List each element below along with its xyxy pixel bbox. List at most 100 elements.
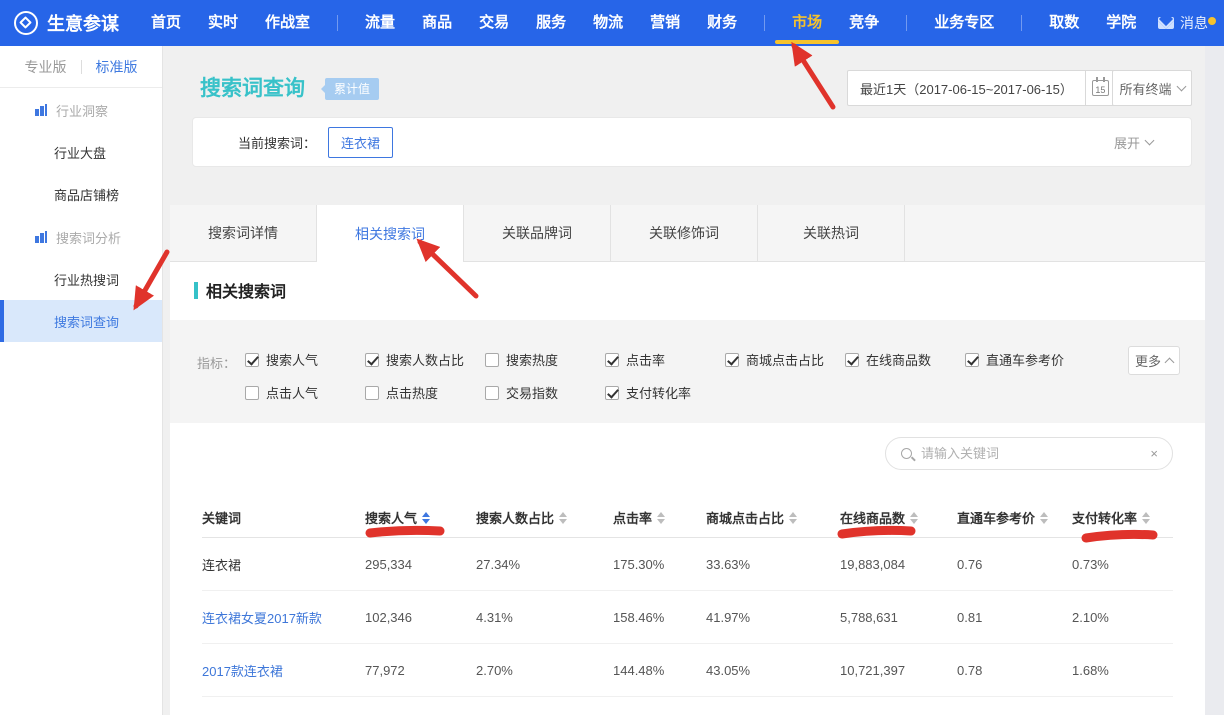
cell: 5,788,631 xyxy=(840,610,957,625)
cell: 295,334 xyxy=(365,557,476,572)
sidebar-item-industry-hot-words[interactable]: 行业热搜词 xyxy=(0,258,162,300)
column-header-label: 在线商品数 xyxy=(840,508,905,527)
cell: 175.30% xyxy=(613,557,706,572)
sort-icon[interactable] xyxy=(422,512,430,524)
cell: 1.68% xyxy=(1072,663,1173,678)
clear-icon[interactable]: × xyxy=(1150,446,1158,461)
keyword-search-box: × xyxy=(885,437,1173,470)
sidebar-item-product-shop-rank[interactable]: 商品店铺榜 xyxy=(0,173,162,215)
metric-checkbox[interactable]: 点击人气 xyxy=(245,383,365,402)
metric-checkbox[interactable]: 搜索人气 xyxy=(245,350,365,369)
metric-checkbox[interactable]: 搜索人数占比 xyxy=(365,350,485,369)
metric-checkbox[interactable]: 交易指数 xyxy=(485,383,605,402)
metric-checkbox[interactable]: 点击率 xyxy=(605,350,725,369)
chevron-up-icon xyxy=(1165,358,1175,368)
nav-item-home[interactable]: 首页 xyxy=(151,0,181,46)
nav-item-logistics[interactable]: 物流 xyxy=(593,0,623,46)
column-header-label: 搜索人数占比 xyxy=(476,508,554,527)
column-header-searcher-ratio: 搜索人数占比 xyxy=(476,508,613,527)
nav-item-business-zone[interactable]: 业务专区 xyxy=(934,0,994,46)
sort-icon[interactable] xyxy=(559,512,567,524)
metrics-selector: 指标： 搜索人气 搜索人数占比 搜索热度 点击率 xyxy=(170,320,1205,423)
metric-checkbox[interactable]: 支付转化率 xyxy=(605,383,725,402)
column-header-label: 关键词 xyxy=(202,508,241,527)
nav-item-marketing[interactable]: 营销 xyxy=(650,0,680,46)
nav-item-finance[interactable]: 财务 xyxy=(707,0,737,46)
industry-insight-icon xyxy=(34,103,48,117)
sidebar-item-industry-overview[interactable]: 行业大盘 xyxy=(0,131,162,173)
chevron-down-icon xyxy=(1176,82,1186,92)
sidebar-item-search-word-query[interactable]: 搜索词查询 xyxy=(0,300,162,342)
messages-button[interactable]: 消息 xyxy=(1158,13,1208,33)
section-title: 相关搜索词 xyxy=(206,278,286,302)
page-title: 搜索词查询 xyxy=(200,72,305,102)
keyword-search-input[interactable] xyxy=(921,446,1150,461)
sort-icon[interactable] xyxy=(657,512,665,524)
sidebar-item-label: 搜索词查询 xyxy=(54,312,119,331)
sidebar: 专业版 标准版 行业洞察 行业大盘 商品店铺榜 搜索词分析 行业热搜词 搜索词查… xyxy=(0,46,163,715)
keyword-cell[interactable]: 连衣裙女夏2017新款 xyxy=(202,608,365,627)
checkbox-label: 在线商品数 xyxy=(866,350,931,369)
nav-divider xyxy=(1021,15,1022,31)
column-header-online-products: 在线商品数 xyxy=(840,508,957,527)
terminal-filter-dropdown[interactable]: 所有终端 xyxy=(1112,70,1192,106)
keyword-cell[interactable]: 2017款连衣裙 xyxy=(202,661,365,680)
checkbox-label: 搜索人气 xyxy=(266,350,318,369)
metric-checkbox[interactable]: 点击热度 xyxy=(365,383,485,402)
nav-item-data-fetch[interactable]: 取数 xyxy=(1049,0,1079,46)
metric-checkbox[interactable]: 搜索热度 xyxy=(485,350,605,369)
version-tab-standard[interactable]: 标准版 xyxy=(96,57,138,77)
table-row: 连衣裙女夏2017新款 102,346 4.31% 158.46% 41.97%… xyxy=(202,591,1173,644)
nav-item-academy[interactable]: 学院 xyxy=(1106,0,1136,46)
nav-item-market[interactable]: 市场 xyxy=(792,0,822,46)
sort-icon[interactable] xyxy=(1040,512,1048,524)
sidebar-group-industry-insight: 行业洞察 xyxy=(0,89,162,131)
version-tab-professional[interactable]: 专业版 xyxy=(25,57,67,77)
sort-icon[interactable] xyxy=(910,512,918,524)
sort-icon[interactable] xyxy=(1142,512,1150,524)
messages-label: 消息 xyxy=(1180,13,1208,33)
metric-checkbox[interactable]: 商城点击占比 xyxy=(725,350,845,369)
checkbox-box xyxy=(605,386,619,400)
cell: 33.63% xyxy=(706,557,840,572)
cell: 0.73% xyxy=(1072,557,1173,572)
search-icon xyxy=(901,448,912,459)
tab-related-modifier-words[interactable]: 关联修饰词 xyxy=(611,205,758,261)
scrollbar-track[interactable] xyxy=(1205,46,1224,715)
checkbox-box xyxy=(605,353,619,367)
nav-divider xyxy=(764,15,765,31)
nav-item-service[interactable]: 服务 xyxy=(536,0,566,46)
sidebar-group-label: 行业洞察 xyxy=(56,101,108,120)
cell: 43.05% xyxy=(706,663,840,678)
more-button[interactable]: 更多 xyxy=(1128,346,1180,375)
nav-item-war-room[interactable]: 作战室 xyxy=(265,0,310,46)
metric-checkbox[interactable]: 直通车参考价 xyxy=(965,350,1085,369)
date-range-text[interactable]: 最近1天（2017-06-15~2017-06-15） xyxy=(848,71,1085,105)
keyword-cell: 连衣裙 xyxy=(202,555,365,574)
cell: 102,346 xyxy=(365,610,476,625)
keyword-tag[interactable]: 连衣裙 xyxy=(328,127,393,158)
cell: 2.10% xyxy=(1072,610,1173,625)
chevron-down-icon xyxy=(1145,136,1155,146)
tab-related-search-words[interactable]: 相关搜索词 xyxy=(317,205,464,262)
mail-icon xyxy=(1158,17,1174,29)
sidebar-item-label: 行业热搜词 xyxy=(54,270,119,289)
tab-related-brand-words[interactable]: 关联品牌词 xyxy=(464,205,611,261)
metric-checkbox[interactable]: 在线商品数 xyxy=(845,350,965,369)
calendar-button[interactable]: 15 xyxy=(1085,71,1115,105)
expand-toggle[interactable]: 展开 xyxy=(1114,133,1153,152)
column-header-label: 点击率 xyxy=(613,508,652,527)
brand[interactable]: 生意参谋 xyxy=(14,10,119,36)
nav-item-traffic[interactable]: 流量 xyxy=(365,0,395,46)
checkbox-label: 点击率 xyxy=(626,350,665,369)
nav-item-product[interactable]: 商品 xyxy=(422,0,452,46)
nav-item-realtime[interactable]: 实时 xyxy=(208,0,238,46)
nav-item-competition[interactable]: 竞争 xyxy=(849,0,879,46)
tab-related-hot-words[interactable]: 关联热词 xyxy=(758,205,905,261)
tab-search-word-detail[interactable]: 搜索词详情 xyxy=(170,205,317,261)
calendar-icon: 15 xyxy=(1092,80,1109,96)
cell: 27.34% xyxy=(476,557,613,572)
sort-icon[interactable] xyxy=(789,512,797,524)
nav-item-transaction[interactable]: 交易 xyxy=(479,0,509,46)
sidebar-item-label: 行业大盘 xyxy=(54,143,106,162)
